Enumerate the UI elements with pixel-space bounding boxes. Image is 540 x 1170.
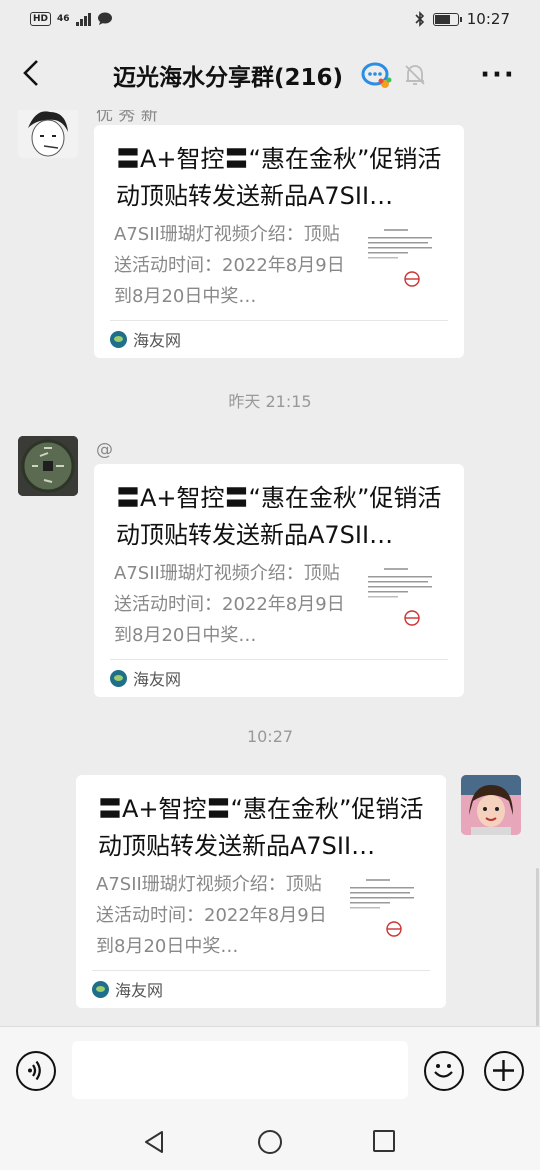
network-type: 46: [57, 14, 70, 24]
card-source: 海友网: [92, 977, 163, 1001]
source-logo-icon: [110, 669, 127, 687]
card-title: 〓A+智控〓“惠在金秋”促销活动顶贴转发送新品A7SII…: [98, 795, 424, 860]
message-notification-icon: [97, 12, 112, 25]
link-card[interactable]: 〓A+智控〓“惠在金秋”促销活动顶贴转发送新品A7SII… A7SII珊瑚灯视频…: [94, 125, 464, 358]
card-thumbnail: [366, 221, 440, 295]
back-arrow-icon: [23, 60, 38, 86]
card-thumbnail: [348, 871, 422, 945]
message-list[interactable]: 优 秀 新 〓A+智控〓“惠在金秋”促销活动顶贴转发送新品A7SII… A7SI…: [0, 110, 540, 1026]
card-divider: [110, 659, 448, 660]
nav-home-icon[interactable]: [258, 1130, 282, 1154]
timestamp: 昨天 21:15: [228, 392, 312, 411]
source-name: 海友网: [133, 331, 182, 350]
clock: 10:27: [466, 10, 510, 28]
avatar[interactable]: [18, 436, 78, 496]
card-source: 海友网: [110, 327, 181, 351]
nav-recent-icon[interactable]: [373, 1130, 395, 1152]
bluetooth-icon: [415, 11, 424, 27]
back-button[interactable]: [14, 56, 48, 90]
input-bar: [0, 1026, 540, 1114]
mute-bell-icon: [405, 65, 425, 85]
emoji-button[interactable]: [424, 1051, 464, 1091]
card-divider: [110, 320, 448, 321]
source-logo-icon: [110, 330, 127, 348]
source-name: 海友网: [133, 670, 182, 689]
status-bar: HD 46 10:27: [0, 0, 540, 38]
plus-icon: [493, 1060, 514, 1081]
signal-icon: [75, 12, 91, 26]
message-input[interactable]: [72, 1041, 408, 1099]
link-card[interactable]: 〓A+智控〓“惠在金秋”促销活动顶贴转发送新品A7SII… A7SII珊瑚灯视频…: [94, 464, 464, 697]
system-nav-bar: [0, 1114, 540, 1170]
avatar-image: [18, 436, 78, 496]
avatar[interactable]: [461, 775, 521, 835]
plus-button[interactable]: [484, 1051, 524, 1091]
timestamp: 10:27: [246, 727, 294, 746]
link-card[interactable]: 〓A+智控〓“惠在金秋”促销活动顶贴转发送新品A7SII… A7SII珊瑚灯视频…: [76, 775, 446, 1008]
card-description: A7SII珊瑚灯视频介绍：顶贴送活动时间：2022年8月9日到8月20日中奖…: [96, 874, 327, 957]
source-name: 海友网: [115, 981, 164, 1000]
card-title: 〓A+智控〓“惠在金秋”促销活动顶贴转发送新品A7SII…: [116, 484, 442, 549]
card-thumbnail: [366, 560, 440, 634]
card-divider: [92, 970, 430, 971]
sender-name: 优 秀 新: [96, 110, 158, 125]
card-description: A7SII珊瑚灯视频介绍：顶贴送活动时间：2022年8月9日到8月20日中奖…: [114, 563, 345, 646]
emoji-icon: [434, 1064, 453, 1078]
avatar[interactable]: [18, 110, 78, 158]
avatar-image: [461, 775, 521, 835]
avatar-image: [18, 110, 78, 158]
scrollbar[interactable]: [536, 868, 539, 1026]
battery-icon: [432, 12, 462, 26]
voice-icon: [28, 1060, 41, 1081]
hd-indicator: HD: [30, 12, 52, 26]
card-description: A7SII珊瑚灯视频介绍：顶贴送活动时间：2022年8月9日到8月20日中奖…: [114, 224, 345, 307]
chat-title[interactable]: 迈光海水分享群(216): [113, 58, 343, 92]
source-logo-icon: [92, 980, 109, 998]
card-title: 〓A+智控〓“惠在金秋”促销活动顶贴转发送新品A7SII…: [116, 145, 442, 210]
card-source: 海友网: [110, 666, 181, 690]
group-chat-icon[interactable]: [360, 60, 392, 90]
sender-name: @: [96, 440, 113, 460]
more-icon[interactable]: ···: [476, 60, 520, 90]
voice-button[interactable]: [16, 1051, 56, 1091]
nav-back-icon[interactable]: [140, 1127, 170, 1157]
chat-header: 迈光海水分享群(216) ···: [0, 38, 540, 110]
